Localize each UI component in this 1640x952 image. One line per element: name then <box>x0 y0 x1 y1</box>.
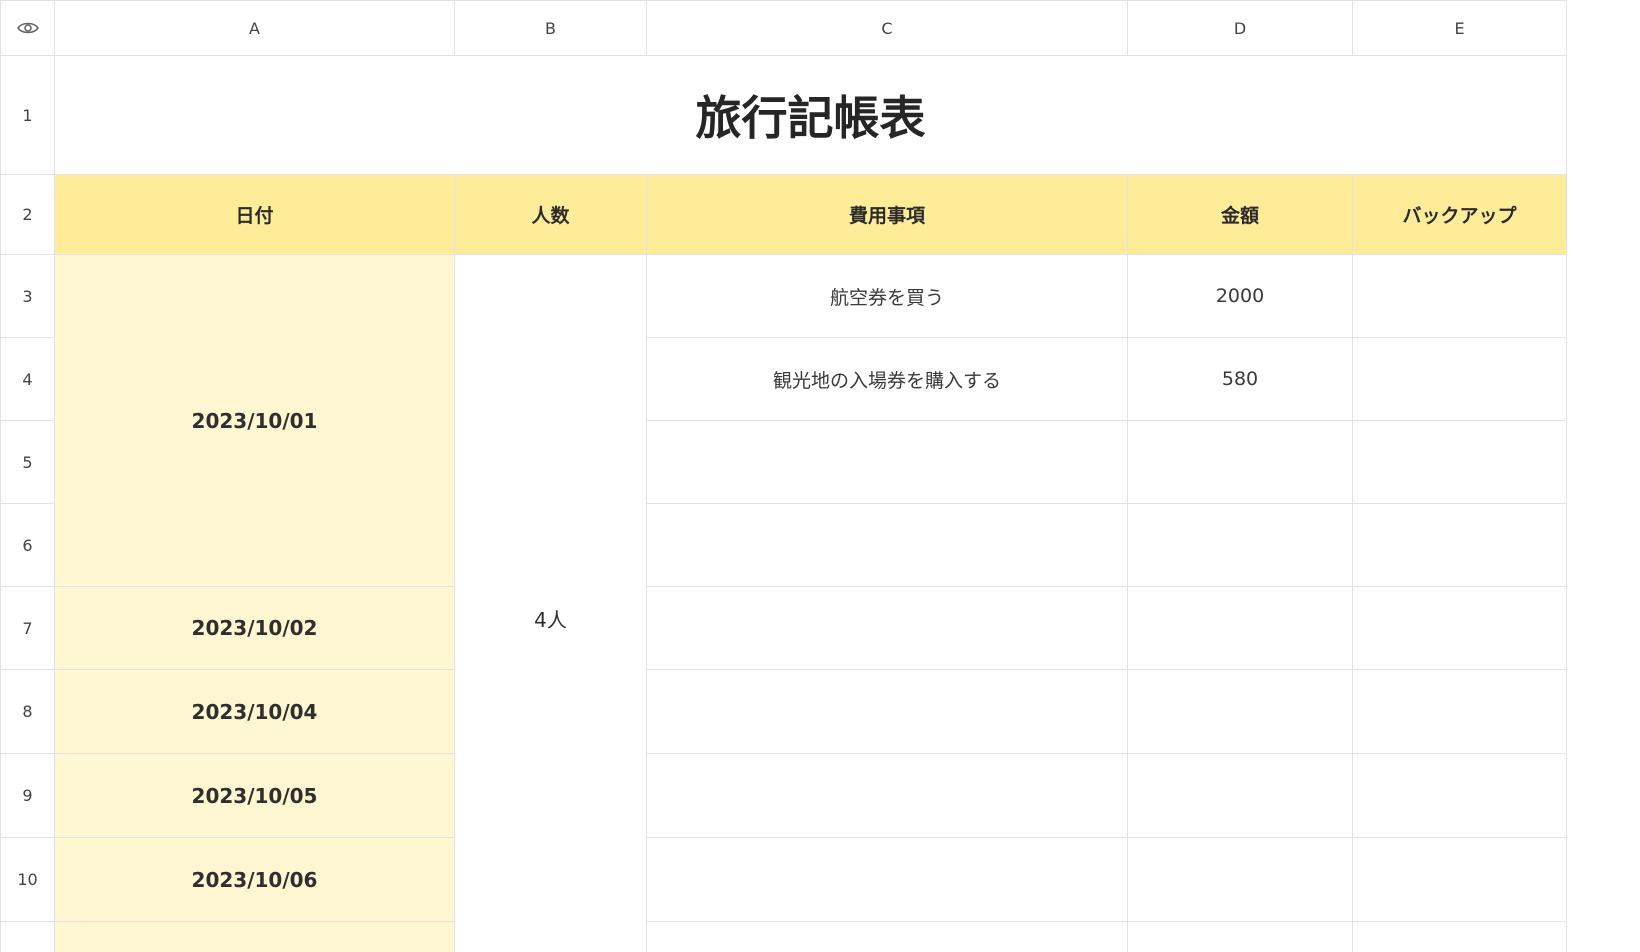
row-header-1[interactable]: 1 <box>0 56 55 175</box>
item-cell[interactable] <box>647 670 1128 754</box>
backup-cell[interactable] <box>1353 838 1567 922</box>
backup-cell[interactable] <box>1353 255 1567 338</box>
date-cell[interactable] <box>55 922 455 952</box>
item-cell[interactable] <box>647 922 1128 952</box>
sheet-title-cell[interactable]: 旅行記帳表 <box>55 56 1567 175</box>
column-header-c[interactable]: C <box>647 0 1128 56</box>
header-cell-amount[interactable]: 金額 <box>1128 175 1353 255</box>
backup-cell[interactable] <box>1353 670 1567 754</box>
backup-cell[interactable] <box>1353 922 1567 952</box>
empty-sheet-area <box>1567 0 1640 952</box>
backup-cell[interactable] <box>1353 754 1567 838</box>
item-cell[interactable] <box>647 504 1128 587</box>
row-header-8[interactable]: 8 <box>0 670 55 754</box>
amount-cell[interactable]: 580 <box>1128 338 1353 421</box>
date-cell-merged[interactable]: 2023/10/01 <box>55 255 455 587</box>
row-header-7[interactable]: 7 <box>0 587 55 670</box>
header-cell-date[interactable]: 日付 <box>55 175 455 255</box>
column-header-e[interactable]: E <box>1353 0 1567 56</box>
amount-cell[interactable] <box>1128 922 1353 952</box>
spreadsheet-grid: A B C D E 1 2 3 4 5 6 7 8 9 10 旅行記帳表 日付 … <box>0 0 1567 952</box>
backup-cell[interactable] <box>1353 504 1567 587</box>
people-count-cell[interactable]: 4人 <box>455 255 647 952</box>
backup-cell[interactable] <box>1353 421 1567 504</box>
date-cell[interactable]: 2023/10/06 <box>55 838 455 922</box>
amount-cell[interactable] <box>1128 670 1353 754</box>
item-cell[interactable] <box>647 421 1128 504</box>
item-cell[interactable]: 観光地の入場券を購入する <box>647 338 1128 421</box>
amount-cell[interactable] <box>1128 754 1353 838</box>
backup-cell[interactable] <box>1353 338 1567 421</box>
backup-cell[interactable] <box>1353 587 1567 670</box>
item-cell[interactable] <box>647 838 1128 922</box>
row-header-4[interactable]: 4 <box>0 338 55 421</box>
amount-cell[interactable]: 2000 <box>1128 255 1353 338</box>
item-cell[interactable] <box>647 754 1128 838</box>
amount-cell[interactable] <box>1128 421 1353 504</box>
header-cell-item[interactable]: 費用事項 <box>647 175 1128 255</box>
amount-cell[interactable] <box>1128 504 1353 587</box>
date-cell[interactable]: 2023/10/05 <box>55 754 455 838</box>
column-header-a[interactable]: A <box>55 0 455 56</box>
item-cell[interactable]: 航空券を買う <box>647 255 1128 338</box>
row-header-9[interactable]: 9 <box>0 754 55 838</box>
date-cell[interactable]: 2023/10/02 <box>55 587 455 670</box>
row-header-5[interactable]: 5 <box>0 421 55 504</box>
row-header-3[interactable]: 3 <box>0 255 55 338</box>
column-header-d[interactable]: D <box>1128 0 1353 56</box>
eye-icon[interactable] <box>16 21 39 35</box>
date-cell[interactable]: 2023/10/04 <box>55 670 455 754</box>
header-cell-backup[interactable]: バックアップ <box>1353 175 1567 255</box>
item-cell[interactable] <box>647 587 1128 670</box>
row-header-2[interactable]: 2 <box>0 175 55 255</box>
select-all-corner[interactable] <box>0 0 55 56</box>
row-header-10[interactable]: 10 <box>0 838 55 922</box>
column-header-b[interactable]: B <box>455 0 647 56</box>
amount-cell[interactable] <box>1128 587 1353 670</box>
row-header-11[interactable] <box>0 922 55 952</box>
row-header-6[interactable]: 6 <box>0 504 55 587</box>
amount-cell[interactable] <box>1128 838 1353 922</box>
header-cell-people[interactable]: 人数 <box>455 175 647 255</box>
